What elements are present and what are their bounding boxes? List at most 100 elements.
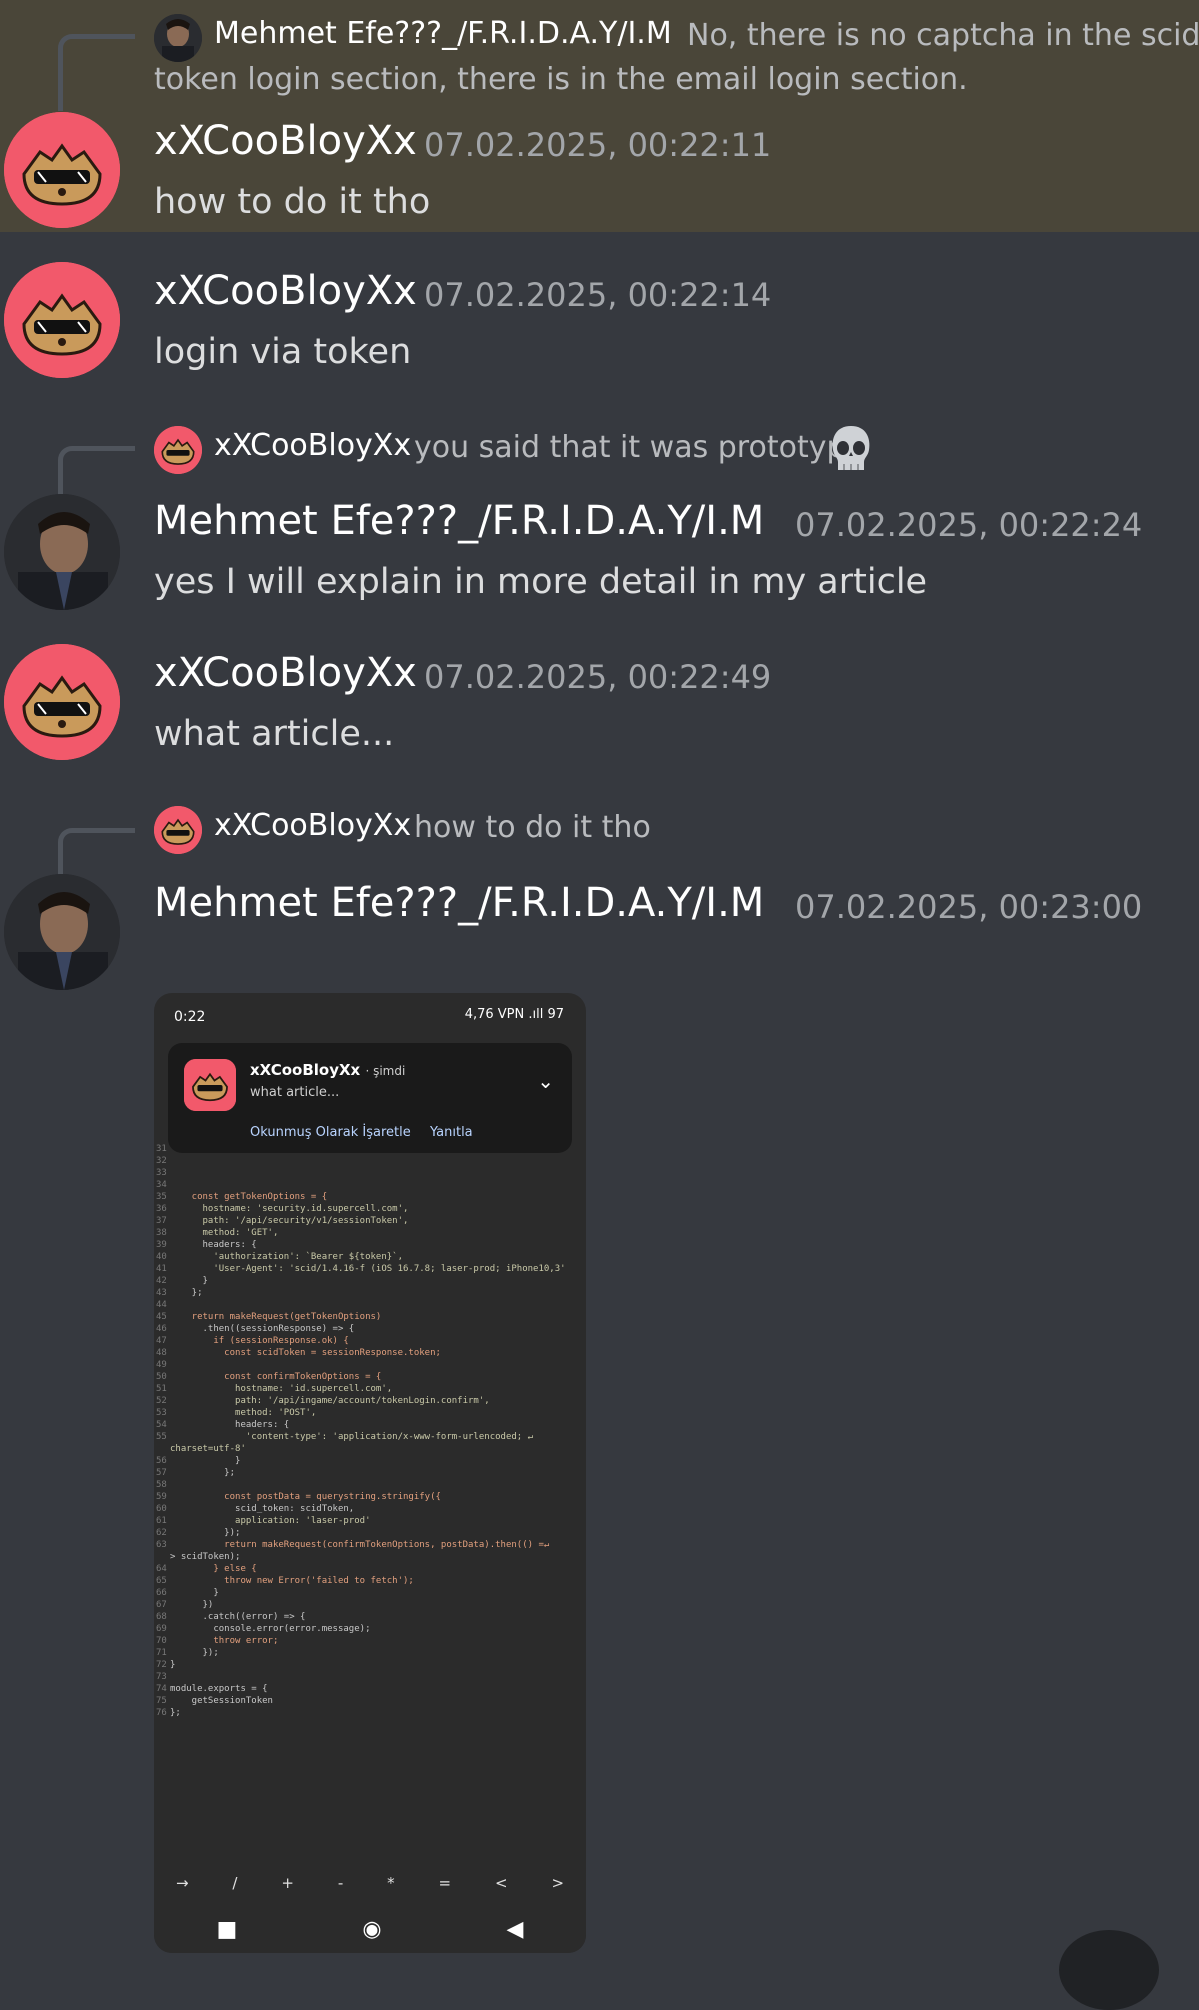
timestamp: 07.02.2025, 00:22:24	[795, 506, 1143, 544]
reply-author[interactable]: Mehmet Efe???_/F.R.I.D.A.Y/I.M	[214, 16, 672, 51]
code-text: path: '/api/ingame/account/tokenLogin.co…	[170, 1396, 490, 1406]
back-icon[interactable]: ◀	[507, 1917, 524, 1942]
message-4[interactable]: xXCooBloyXx 07.02.2025, 00:22:49 what ar…	[0, 622, 1199, 782]
extra-key[interactable]: /	[232, 1874, 237, 1892]
reply-avatar[interactable]	[154, 806, 202, 854]
code-text: .then((sessionResponse) => {	[170, 1324, 355, 1334]
code-text: > scidToken);	[170, 1552, 241, 1562]
line-number: 32	[156, 1156, 167, 1166]
code-text: const scidToken = sessionResponse.token;	[170, 1348, 441, 1358]
reply-text[interactable]: No, there is no captcha in the scid	[687, 14, 1199, 57]
reply-author[interactable]: xXCooBloyXx	[214, 428, 411, 463]
author-name[interactable]: xXCooBloyXx	[154, 118, 417, 164]
mark-read-button[interactable]: Okunmuş Olarak İşaretle	[250, 1125, 411, 1140]
code-text: application: 'laser-prod'	[170, 1516, 371, 1526]
phone-status-time: 0:22	[174, 1009, 206, 1025]
home-icon[interactable]: ◉	[362, 1917, 381, 1942]
reply-avatar[interactable]	[154, 426, 202, 474]
notification-card[interactable]: xXCooBloyXx · şimdi what article... ⌄ Ok…	[168, 1043, 572, 1153]
code-text: return makeRequest(confirmTokenOptions, …	[170, 1540, 550, 1550]
message-text: yes I will explain in more detail in my …	[154, 562, 928, 602]
extra-keys-bar: → / + - * = < >	[154, 1863, 586, 1903]
timestamp: 07.02.2025, 00:22:11	[424, 126, 772, 164]
code-text: }	[170, 1456, 241, 1466]
extra-key[interactable]: *	[387, 1874, 395, 1892]
code-text: })	[170, 1600, 214, 1610]
message-3[interactable]: xXCooBloyXx you said that it was prototy…	[0, 402, 1199, 622]
scroll-fab[interactable]	[1059, 1930, 1159, 2010]
notification-time: · şimdi	[365, 1064, 406, 1078]
code-text: throw new Error('failed to fetch');	[170, 1576, 414, 1586]
notification-message: what article...	[250, 1085, 340, 1100]
code-text: headers: {	[170, 1420, 290, 1430]
extra-key[interactable]: →	[176, 1874, 189, 1892]
reply-text[interactable]: you said that it was prototype	[414, 426, 864, 469]
notification-sender-name: xXCooBloyXx	[250, 1061, 361, 1079]
extra-key[interactable]: -	[338, 1874, 343, 1892]
android-nav-bar: ■ ◉ ◀	[154, 1905, 586, 1953]
code-text: };	[170, 1468, 236, 1478]
code-text: }	[170, 1276, 208, 1286]
code-text: };	[170, 1708, 181, 1718]
code-text: };	[170, 1288, 203, 1298]
code-text: hostname: 'id.supercell.com',	[170, 1384, 393, 1394]
avatar[interactable]	[4, 644, 120, 760]
code-text: const getTokenOptions = {	[170, 1192, 328, 1202]
extra-key[interactable]: =	[439, 1874, 452, 1892]
avatar[interactable]	[4, 874, 120, 990]
code-editor: 31 32 33 34 35 const getTokenOptions = {36 h…	[154, 1143, 586, 1833]
reply-button[interactable]: Yanıtla	[430, 1125, 473, 1140]
reply-author[interactable]: xXCooBloyXx	[214, 808, 411, 843]
code-text: hostname: 'security.id.supercell.com',	[170, 1204, 409, 1214]
reply-connector	[58, 34, 135, 111]
code-text: 'content-type': 'application/x-www-form-…	[170, 1432, 534, 1442]
avatar[interactable]	[4, 262, 120, 378]
code-text: const postData = querystring.stringify({	[170, 1492, 441, 1502]
avatar[interactable]	[4, 494, 120, 610]
code-text: module.exports = {	[170, 1684, 268, 1694]
line-number: 44	[156, 1300, 167, 1310]
code-text: } else {	[170, 1564, 257, 1574]
timestamp: 07.02.2025, 00:23:00	[795, 888, 1143, 926]
timestamp: 07.02.2025, 00:22:14	[424, 276, 772, 314]
author-name[interactable]: xXCooBloyXx	[154, 268, 417, 314]
line-number: 34	[156, 1180, 167, 1190]
code-text: .catch((error) => {	[170, 1612, 306, 1622]
extra-key[interactable]: +	[281, 1874, 294, 1892]
timestamp: 07.02.2025, 00:22:49	[424, 658, 772, 696]
chevron-down-icon[interactable]: ⌄	[537, 1069, 554, 1093]
message-text: how to do it tho	[154, 182, 431, 222]
message-1[interactable]: Mehmet Efe???_/F.R.I.D.A.Y/I.M No, there…	[0, 0, 1199, 232]
author-name[interactable]: xXCooBloyXx	[154, 650, 417, 696]
line-number: 31	[156, 1144, 167, 1154]
notification-sender: xXCooBloyXx · şimdi	[250, 1061, 405, 1079]
image-attachment[interactable]: 0:22 4,76 VPN .ıll 97 xXCooBloyXx · şimd…	[154, 993, 586, 1953]
extra-key[interactable]: >	[551, 1874, 564, 1892]
code-text: charset=utf-8'	[170, 1444, 246, 1454]
phone-status-icons: 4,76 VPN .ıll 97	[464, 1007, 564, 1022]
code-text: });	[170, 1528, 241, 1538]
reply-avatar[interactable]	[154, 14, 202, 62]
code-text: throw error;	[170, 1636, 279, 1646]
reply-text-continued[interactable]: token login section, there is in the ema…	[154, 58, 968, 101]
reply-text[interactable]: how to do it tho	[414, 806, 651, 849]
skull-emoji-icon	[828, 424, 874, 474]
avatar[interactable]	[4, 112, 120, 228]
code-text: });	[170, 1648, 219, 1658]
code-text: const confirmTokenOptions = {	[170, 1372, 382, 1382]
extra-key[interactable]: <	[495, 1874, 508, 1892]
code-text: path: '/api/security/v1/sessionToken',	[170, 1216, 409, 1226]
code-line: 76};	[154, 1707, 586, 1722]
code-text: headers: {	[170, 1240, 257, 1250]
code-text: 'User-Agent': 'scid/1.4.16-f (iOS 16.7.8…	[170, 1264, 566, 1274]
code-text: console.error(error.message);	[170, 1624, 371, 1634]
line-number: 73	[156, 1672, 167, 1682]
author-name[interactable]: Mehmet Efe???_/F.R.I.D.A.Y/I.M	[154, 498, 764, 544]
message-2[interactable]: xXCooBloyXx 07.02.2025, 00:22:14 login v…	[0, 232, 1199, 402]
code-text: }	[170, 1588, 219, 1598]
notification-avatar	[184, 1059, 236, 1111]
author-name[interactable]: Mehmet Efe???_/F.R.I.D.A.Y/I.M	[154, 880, 764, 926]
line-number: 58	[156, 1480, 167, 1490]
recent-apps-icon[interactable]: ■	[217, 1917, 238, 1942]
message-text: login via token	[154, 332, 412, 372]
